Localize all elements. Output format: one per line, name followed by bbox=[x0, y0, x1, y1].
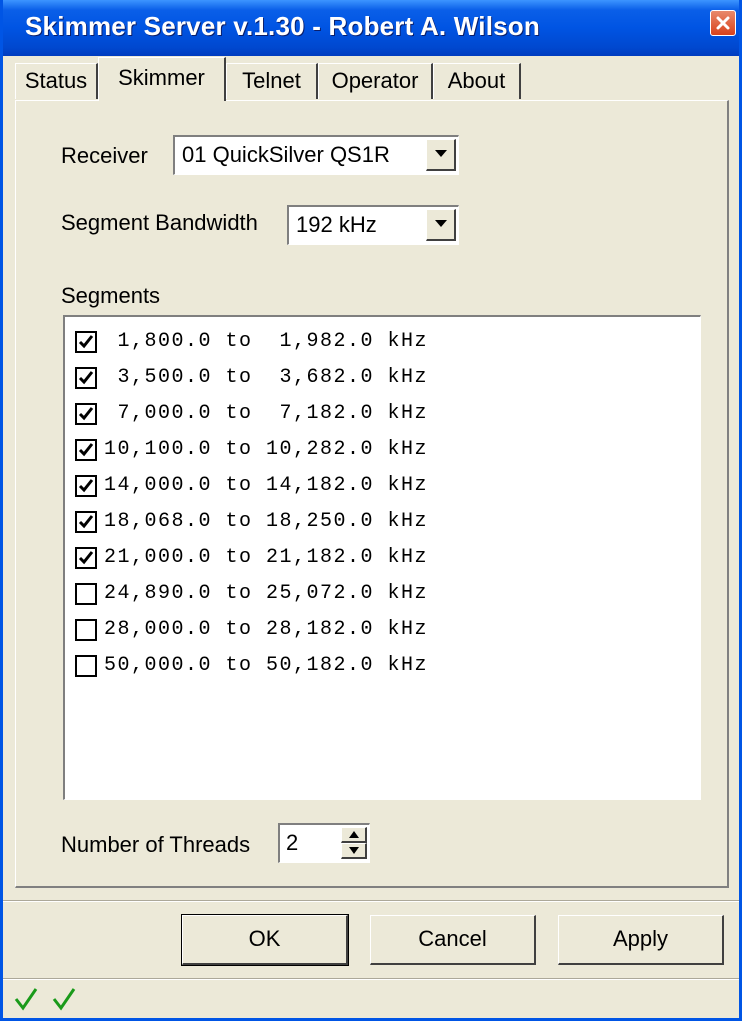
tab-skimmer-label: Skimmer bbox=[118, 65, 205, 90]
threads-stepper[interactable]: 2 bbox=[278, 823, 370, 863]
segment-checkbox[interactable] bbox=[75, 403, 97, 425]
tab-status-label: Status bbox=[24, 68, 88, 93]
apply-button[interactable]: Apply bbox=[558, 915, 724, 965]
segments-list[interactable]: 1,800.0 to 1,982.0 kHz 3,500.0 to 3,682.… bbox=[63, 315, 701, 800]
check-icon bbox=[78, 551, 94, 565]
check-icon bbox=[78, 407, 94, 421]
threads-spin-buttons bbox=[341, 827, 367, 859]
close-button[interactable] bbox=[710, 10, 736, 36]
segment-bandwidth-value: 192 kHz bbox=[296, 212, 377, 237]
tab-about[interactable]: About bbox=[433, 63, 521, 99]
tab-operator[interactable]: Operator bbox=[318, 63, 433, 99]
bandwidth-dropdown-button[interactable] bbox=[426, 209, 456, 241]
segment-checkbox[interactable] bbox=[75, 547, 97, 569]
receiver-select[interactable]: 01 QuickSilver QS1R bbox=[173, 135, 459, 175]
tab-about-label: About bbox=[447, 68, 506, 93]
segment-range: 14,000.0 to 14,182.0 kHz bbox=[104, 474, 429, 497]
segment-checkbox[interactable] bbox=[75, 475, 97, 497]
segment-checkbox[interactable] bbox=[75, 439, 97, 461]
segment-checkbox[interactable] bbox=[75, 583, 97, 605]
segment-checkbox[interactable] bbox=[75, 511, 97, 533]
arrow-down-icon bbox=[349, 847, 359, 854]
spin-up-button[interactable] bbox=[341, 827, 367, 843]
chevron-down-icon bbox=[435, 150, 447, 157]
segment-range: 21,000.0 to 21,182.0 kHz bbox=[104, 546, 429, 569]
tab-status[interactable]: Status bbox=[15, 63, 98, 99]
threads-label: Number of Threads bbox=[61, 832, 251, 857]
segment-checkbox[interactable] bbox=[75, 655, 97, 677]
segment-range: 10,100.0 to 10,282.0 kHz bbox=[104, 438, 429, 461]
segment-range: 50,000.0 to 50,182.0 kHz bbox=[104, 654, 429, 677]
close-icon bbox=[716, 16, 730, 30]
segment-range: 3,500.0 to 3,682.0 kHz bbox=[104, 366, 429, 389]
arrow-up-icon bbox=[349, 831, 359, 838]
segment-bandwidth-select[interactable]: 192 kHz bbox=[287, 205, 459, 245]
window-title: Skimmer Server v.1.30 - Robert A. Wilson bbox=[25, 11, 540, 41]
segment-checkbox[interactable] bbox=[75, 331, 97, 353]
check-icon bbox=[78, 479, 94, 493]
spin-down-button[interactable] bbox=[341, 843, 367, 859]
cancel-button[interactable]: Cancel bbox=[370, 915, 536, 965]
segment-checkbox[interactable] bbox=[75, 619, 97, 641]
segment-bandwidth-label: Segment Bandwidth bbox=[61, 210, 258, 235]
segment-range: 24,890.0 to 25,072.0 kHz bbox=[104, 582, 429, 605]
receiver-dropdown-button[interactable] bbox=[426, 139, 456, 171]
chevron-down-icon bbox=[435, 220, 447, 227]
segment-range: 28,000.0 to 28,182.0 kHz bbox=[104, 618, 429, 641]
receiver-value: 01 QuickSilver QS1R bbox=[182, 142, 390, 167]
tab-skimmer[interactable]: Skimmer bbox=[98, 57, 226, 101]
title-bar[interactable]: Skimmer Server v.1.30 - Robert A. Wilson bbox=[3, 0, 739, 56]
tab-telnet-label: Telnet bbox=[242, 68, 301, 93]
check-icon bbox=[51, 985, 77, 1018]
ok-button[interactable]: OK bbox=[181, 914, 349, 966]
segment-range: 1,800.0 to 1,982.0 kHz bbox=[104, 330, 429, 353]
check-icon bbox=[78, 443, 94, 457]
check-icon bbox=[78, 371, 94, 385]
tab-operator-label: Operator bbox=[331, 68, 419, 93]
segments-label: Segments bbox=[61, 283, 161, 308]
receiver-label: Receiver bbox=[61, 143, 148, 168]
threads-value[interactable]: 2 bbox=[286, 830, 298, 856]
divider bbox=[3, 900, 739, 902]
status-bar-divider bbox=[3, 978, 739, 980]
segment-range: 7,000.0 to 7,182.0 kHz bbox=[104, 402, 429, 425]
check-icon bbox=[78, 335, 94, 349]
segment-checkbox[interactable] bbox=[75, 367, 97, 389]
skimmer-server-window: Skimmer Server v.1.30 - Robert A. Wilson… bbox=[0, 0, 742, 1021]
check-icon bbox=[13, 985, 39, 1018]
check-icon bbox=[78, 515, 94, 529]
segment-range: 18,068.0 to 18,250.0 kHz bbox=[104, 510, 429, 533]
tab-telnet[interactable]: Telnet bbox=[226, 63, 318, 99]
